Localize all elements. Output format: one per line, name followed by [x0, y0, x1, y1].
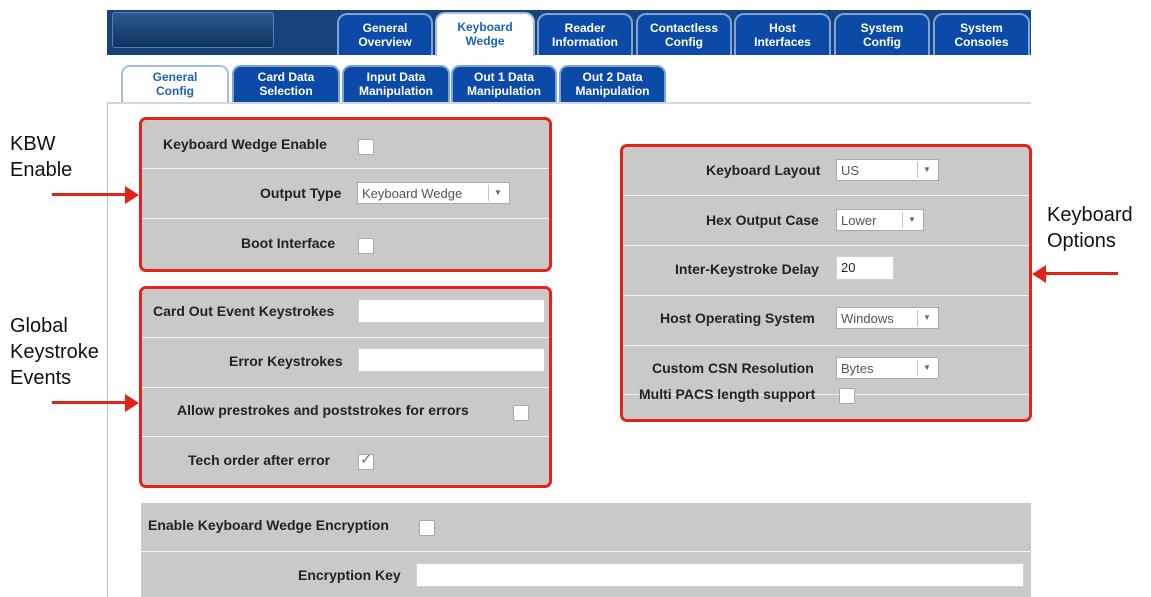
- global-annotation-line3: Events: [10, 367, 72, 389]
- tab-label-line2: Overview: [358, 35, 412, 49]
- tab-label-line1: Keyboard: [457, 20, 513, 34]
- tab-label-line1: Host: [769, 21, 796, 35]
- arrow-head-icon: [125, 186, 139, 204]
- global-keystroke-annotation: Global Keystroke Events: [10, 313, 99, 391]
- subtab-out1-data-manipulation[interactable]: Out 1 Data Manipulation: [451, 65, 557, 102]
- arrow-head-icon: [125, 394, 139, 412]
- subtab-divider: [107, 102, 1031, 104]
- kbw-annotation-line2: Enable: [10, 159, 73, 181]
- encryption-enable-row: Enable Keyboard Wedge Encryption: [141, 503, 1031, 552]
- tab-label-line1: Contactless: [649, 21, 719, 35]
- tab-system-consoles[interactable]: System Consoles: [933, 13, 1030, 55]
- tab-keyboard-wedge[interactable]: Keyboard Wedge: [435, 12, 535, 56]
- encryption-panel: Enable Keyboard Wedge Encryption Encrypt…: [141, 503, 1031, 597]
- encryption-enable-checkbox[interactable]: [419, 520, 435, 536]
- arrow-head-icon: [1032, 265, 1046, 283]
- global-annotation-line1: Global: [10, 315, 68, 337]
- arrow-icon: [52, 193, 127, 196]
- keyboard-options-highlight: [620, 144, 1032, 422]
- subtab-card-data-selection[interactable]: Card Data Selection: [232, 65, 340, 102]
- tab-reader-information[interactable]: Reader Information: [537, 13, 633, 55]
- subtab-input-data-manipulation[interactable]: Input Data Manipulation: [342, 65, 450, 102]
- tab-label-line1: Reader: [564, 21, 606, 35]
- kbw-annotation-line1: KBW: [10, 133, 56, 155]
- tab-label-line1: General: [362, 21, 408, 35]
- tab-label-line2: Consoles: [954, 35, 1009, 49]
- subtab-label-line1: General: [152, 70, 198, 84]
- subtab-label-line2: Selection: [259, 84, 313, 98]
- subtab-label-line1: Out 1 Data: [473, 70, 534, 84]
- keyboard-options-annotation: Keyboard Options: [1047, 202, 1133, 254]
- arrow-icon: [1045, 272, 1118, 275]
- kbw-enable-annotation: KBW Enable: [10, 131, 72, 183]
- kbopt-annotation-line1: Keyboard: [1047, 204, 1133, 226]
- tab-host-interfaces[interactable]: Host Interfaces: [734, 13, 831, 55]
- tab-general-overview[interactable]: General Overview: [337, 13, 433, 55]
- subtab-label-line1: Card Data: [257, 70, 315, 84]
- tab-label-line2: Config: [863, 35, 901, 49]
- encryption-enable-label: Enable Keyboard Wedge Encryption: [148, 517, 389, 533]
- encryption-key-row: Encryption Key: [141, 552, 1031, 597]
- subtab-label-line2: Manipulation: [359, 84, 433, 98]
- subtab-general-config[interactable]: General Config: [121, 65, 229, 102]
- subtab-label-line1: Out 2 Data: [582, 70, 643, 84]
- encryption-key-input[interactable]: [416, 563, 1024, 587]
- tab-label-line1: System: [860, 21, 904, 35]
- global-annotation-line2: Keystroke: [10, 341, 99, 363]
- tab-label-line2: Wedge: [465, 34, 505, 48]
- tab-label-line2: Interfaces: [754, 35, 811, 49]
- content-left-border: [107, 104, 108, 597]
- subtab-label-line2: Manipulation: [575, 84, 650, 98]
- tab-label-line2: Config: [665, 35, 703, 49]
- tab-system-config[interactable]: System Config: [834, 13, 930, 55]
- subtab-label-line1: Input Data: [366, 70, 426, 84]
- tab-contactless-config[interactable]: Contactless Config: [636, 13, 732, 55]
- encryption-key-label: Encryption Key: [298, 567, 401, 583]
- tab-label-line2: Information: [552, 35, 618, 49]
- arrow-icon: [52, 401, 127, 404]
- tab-label-line1: System: [960, 21, 1003, 35]
- subtab-out2-data-manipulation[interactable]: Out 2 Data Manipulation: [559, 65, 666, 102]
- logo: [112, 12, 274, 48]
- kbw-enable-highlight: [139, 117, 552, 272]
- subtab-label-line2: Config: [156, 84, 194, 98]
- subtab-label-line2: Manipulation: [467, 84, 541, 98]
- kbopt-annotation-line2: Options: [1047, 230, 1116, 252]
- global-keystroke-highlight: [139, 286, 552, 488]
